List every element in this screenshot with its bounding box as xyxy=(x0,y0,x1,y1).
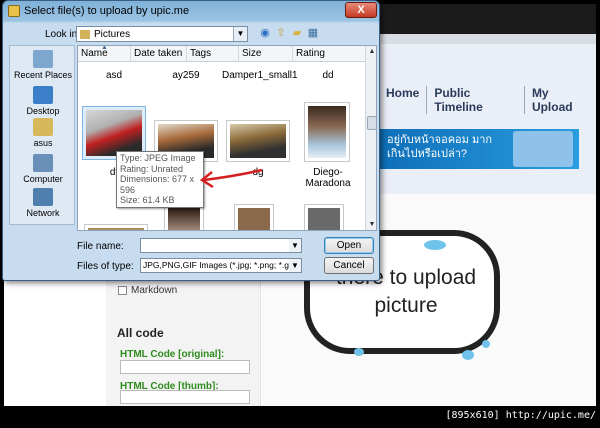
vertical-scrollbar[interactable]: ▲ ▼ xyxy=(365,46,376,230)
file-name-label: File name: xyxy=(77,241,124,252)
back-icon[interactable]: ◉ xyxy=(258,26,272,41)
file-item-damper1-small1[interactable]: Damper1_small1 xyxy=(222,70,298,81)
dialog-titlebar[interactable]: Select file(s) to upload by upic.me X xyxy=(3,1,379,21)
file-thumbnail-partial[interactable] xyxy=(234,204,274,230)
place-asus[interactable]: asus xyxy=(10,118,76,148)
nav-my-upload[interactable]: My Upload xyxy=(525,86,596,114)
bubble-dot xyxy=(482,340,490,348)
places-bar: Recent Places Desktop asus Computer Netw… xyxy=(9,45,75,225)
markdown-checkbox[interactable] xyxy=(118,286,127,295)
desktop-icon xyxy=(33,86,53,104)
file-open-dialog: Select file(s) to upload by upic.me X Lo… xyxy=(2,0,380,281)
thumbnail-image xyxy=(308,106,346,158)
folder-icon xyxy=(80,30,90,39)
thumbnail-image xyxy=(168,208,200,230)
place-label: Recent Places xyxy=(13,70,73,80)
ad-person-image xyxy=(513,131,573,167)
place-label: Network xyxy=(26,208,60,218)
views-icon[interactable]: ▦ xyxy=(306,26,320,41)
annotation-arrow-icon xyxy=(199,168,263,189)
look-in-value: Pictures xyxy=(94,29,131,40)
column-separator xyxy=(292,46,293,62)
app-icon xyxy=(8,5,20,17)
place-computer[interactable]: Computer xyxy=(10,154,76,184)
scroll-down-icon[interactable]: ▼ xyxy=(366,219,376,230)
column-date-taken[interactable]: Date taken xyxy=(134,48,182,59)
place-recent-places[interactable]: Recent Places xyxy=(10,50,76,80)
screenshot-caption: [895x610] http://upic.me/ xyxy=(445,410,596,421)
tooltip-type: Type: JPEG Image xyxy=(120,153,196,163)
column-tags[interactable]: Tags xyxy=(190,48,211,59)
all-code-heading: All code xyxy=(117,326,164,340)
column-size[interactable]: Size xyxy=(242,48,261,59)
file-thumbnail-partial[interactable] xyxy=(304,204,344,230)
computer-icon xyxy=(33,154,53,172)
place-network[interactable]: Network xyxy=(10,188,76,218)
chevron-down-icon[interactable]: ▼ xyxy=(289,259,301,272)
site-nav: Home Public Timeline My Upload xyxy=(379,86,596,114)
tooltip-dimensions: Dimensions: 677 x 596 xyxy=(120,174,195,195)
dialog-title: Select file(s) to upload by upic.me xyxy=(24,5,190,17)
markdown-option[interactable]: Markdown xyxy=(118,285,177,296)
thumbnail-image xyxy=(230,124,286,158)
thumbnail-image xyxy=(86,110,142,156)
up-folder-icon[interactable]: ⇧ xyxy=(274,26,288,41)
thumbnail-image xyxy=(88,228,144,230)
nav-home[interactable]: Home xyxy=(379,86,428,114)
html-code-original-label: HTML Code [original]: xyxy=(120,349,225,360)
nav-public-timeline[interactable]: Public Timeline xyxy=(427,86,525,114)
file-thumbnail-diego-maradona[interactable] xyxy=(304,102,350,162)
place-label: Desktop xyxy=(26,106,60,116)
file-item-asd[interactable]: asd xyxy=(78,70,150,81)
files-of-type-value: JPG,PNG,GIF Images (*.jpg; *.png; *.gif)… xyxy=(143,260,301,270)
ad-text: อยู่กับหน้าจอคอม มากเกินไปหรือเปล่า? xyxy=(387,134,493,160)
column-separator xyxy=(130,46,131,62)
chevron-down-icon[interactable]: ▼ xyxy=(233,27,247,41)
open-button[interactable]: Open xyxy=(324,237,374,254)
file-item-dd[interactable]: dd xyxy=(292,70,364,81)
file-thumbnail-partial[interactable] xyxy=(84,224,148,230)
look-in-dropdown[interactable]: Pictures ▼ xyxy=(76,26,248,42)
new-folder-icon[interactable]: ▰ xyxy=(290,26,304,41)
files-of-type-label: Files of type: xyxy=(77,261,134,272)
file-thumbnail-partial[interactable] xyxy=(164,204,204,230)
thumbnail-image xyxy=(308,208,340,230)
place-desktop[interactable]: Desktop xyxy=(10,86,76,116)
tooltip-rating: Rating: Unrated xyxy=(120,163,184,174)
column-separator xyxy=(238,46,239,62)
network-icon xyxy=(33,188,53,206)
html-code-thumb-field[interactable] xyxy=(120,390,250,404)
markdown-label: Markdown xyxy=(131,285,178,296)
chevron-down-icon[interactable]: ▼ xyxy=(289,239,301,252)
sort-arrow-icon: ▲ xyxy=(101,45,108,51)
files-of-type-select[interactable]: JPG,PNG,GIF Images (*.jpg; *.png; *.gif)… xyxy=(140,258,302,273)
file-item-ay259[interactable]: ay259 xyxy=(150,70,222,81)
file-info-tooltip: Type: JPEG Image Rating: Unrated Dimensi… xyxy=(116,151,204,208)
scrollbar-thumb[interactable] xyxy=(367,116,376,130)
column-rating[interactable]: Rating xyxy=(296,48,325,59)
file-thumbnail-dg[interactable] xyxy=(226,120,290,162)
thumbnail-image xyxy=(238,208,270,230)
file-name-diego-maradona[interactable]: Diego-Maradona xyxy=(292,167,364,189)
file-name-input[interactable]: ▼ xyxy=(140,238,302,253)
recent-places-icon xyxy=(33,50,53,68)
html-code-original-field[interactable] xyxy=(120,360,250,374)
bubble-dot xyxy=(354,348,364,356)
cancel-button[interactable]: Cancel xyxy=(324,257,374,274)
look-in-label: Look in: xyxy=(45,29,81,40)
tooltip-size: Size: 61.4 KB xyxy=(120,195,175,205)
user-folder-icon xyxy=(33,118,53,136)
place-label: Computer xyxy=(23,174,63,184)
bubble-dot xyxy=(462,350,474,360)
scroll-up-icon[interactable]: ▲ xyxy=(366,46,376,58)
place-label: asus xyxy=(33,138,53,148)
close-button[interactable]: X xyxy=(345,2,377,18)
column-separator xyxy=(186,46,187,62)
column-headers: Name ▲ Date taken Tags Size Rating xyxy=(78,46,366,62)
ad-banner[interactable]: อยู่กับหน้าจอคอม มากเกินไปหรือเปล่า? xyxy=(379,129,579,169)
bubble-dot xyxy=(424,240,446,250)
